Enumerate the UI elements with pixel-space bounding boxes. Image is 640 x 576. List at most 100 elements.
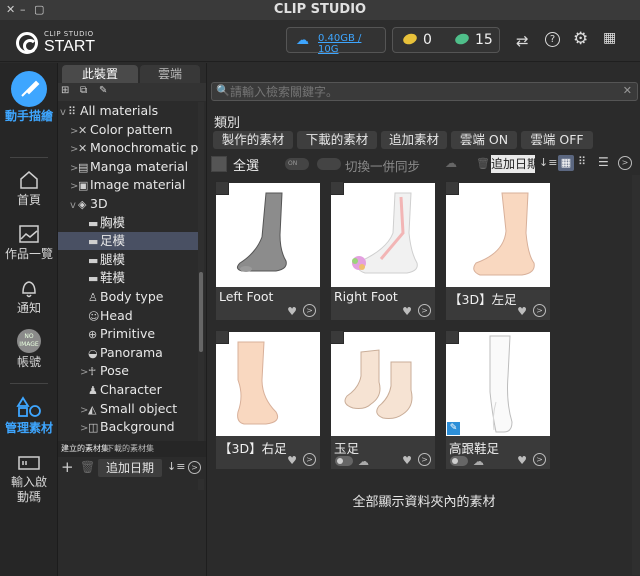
cloud-sync-icon[interactable]: ☁ [445, 156, 457, 170]
nav-account[interactable]: NO IMAGE 帳號 [0, 329, 58, 370]
clear-search-icon[interactable]: ✕ [623, 84, 632, 97]
cloud-toggle[interactable] [450, 456, 468, 466]
delete-set-icon[interactable]: 🗑 [80, 460, 95, 474]
tree-node[interactable]: v ⠿ All materials [60, 102, 158, 120]
sync-toggle-on[interactable]: ON [285, 158, 309, 170]
favorite-icon[interactable]: ♥ [402, 305, 412, 318]
more-options-icon[interactable]: > [303, 304, 316, 317]
tree-node[interactable]: >◫ Background [80, 418, 175, 436]
favorite-icon[interactable]: ♥ [402, 454, 412, 467]
chip-cloud-off[interactable]: 雲端 OFF [521, 131, 593, 149]
help-icon[interactable]: ? [545, 32, 560, 47]
sync-toggle-off[interactable] [317, 158, 341, 170]
favorite-icon[interactable]: ♥ [287, 454, 297, 467]
sort-dropdown[interactable]: 追加日期 [491, 155, 535, 173]
tree-expand-icon[interactable]: v [60, 104, 68, 122]
more-options-icon[interactable]: > [533, 453, 546, 466]
material-checkbox[interactable] [215, 181, 229, 195]
cloud-toggle[interactable] [335, 456, 353, 466]
tree-expand-icon[interactable]: > [80, 402, 88, 420]
tree-node[interactable]: >✕ Color pattern [70, 121, 173, 139]
select-all-checkbox[interactable] [211, 156, 227, 172]
material-checkbox[interactable] [330, 181, 344, 195]
tree-node[interactable]: ⊕ Primitive [80, 325, 155, 343]
material-card[interactable]: Right Foot ♥ > [330, 181, 435, 320]
tree-node[interactable]: >☥ Pose [80, 362, 129, 380]
list-view-icon[interactable]: ☰ [598, 155, 609, 169]
material-checkbox[interactable] [215, 330, 229, 344]
tab-created-sets[interactable]: 建立的素材集 [61, 443, 109, 454]
material-thumbnail[interactable] [331, 183, 435, 287]
points-indicator[interactable]: 0 15 [392, 27, 500, 53]
material-checkbox[interactable] [445, 181, 459, 195]
tab-cloud[interactable]: 雲端 [140, 65, 200, 83]
tree-expand-icon[interactable]: > [70, 141, 78, 159]
tree-expand-icon[interactable]: > [70, 178, 78, 196]
add-set-button[interactable]: + [61, 458, 74, 476]
tree-node[interactable]: ☺Head [80, 307, 133, 325]
cloud-sync-icon[interactable]: ☁ [358, 455, 369, 468]
set-menu-icon[interactable]: > [188, 461, 201, 474]
search-input[interactable] [230, 84, 620, 99]
sort-order-icon[interactable]: ↓≡ [539, 156, 557, 169]
search-bar[interactable]: 🔍 ✕ [211, 82, 638, 101]
nav-home[interactable]: 首頁 [0, 169, 58, 208]
material-checkbox[interactable] [445, 330, 459, 344]
tree-node[interactable]: ▬ 胸模 [80, 214, 125, 232]
more-options-icon[interactable]: > [303, 453, 316, 466]
nav-draw[interactable]: 動手描繪 [0, 71, 58, 124]
tree-expand-icon[interactable]: > [80, 420, 88, 438]
tree-node[interactable]: ◒ Panorama [80, 344, 163, 362]
grid-scrollbar[interactable] [632, 175, 640, 575]
nav-works[interactable]: 作品一覽 [0, 223, 58, 262]
material-thumbnail[interactable] [331, 332, 435, 436]
rename-folder-icon[interactable]: ✎ [99, 85, 107, 96]
tree-scrollbar[interactable] [198, 102, 204, 490]
tree-expand-icon[interactable]: > [70, 123, 78, 141]
more-options-icon[interactable]: > [418, 304, 431, 317]
chip-cloud-on[interactable]: 雲端 ON [451, 131, 517, 149]
material-card[interactable]: Left Foot ♥ > [215, 181, 320, 320]
tree-node[interactable]: >▤ Manga material [70, 158, 188, 176]
tree-expand-icon[interactable]: > [80, 364, 88, 382]
nav-manage-materials[interactable]: 管理素材 [0, 395, 58, 436]
favorite-icon[interactable]: ♥ [517, 454, 527, 467]
tree-node[interactable]: ♙ Body type [80, 288, 163, 306]
material-card[interactable]: 【3D】右足 ♥ > [215, 330, 320, 469]
more-options-icon[interactable]: > [533, 304, 546, 317]
material-thumbnail[interactable] [216, 183, 320, 287]
tree-node[interactable]: ▬ 鞋模 [80, 269, 125, 287]
chip-downloaded[interactable]: 下載的素材 [297, 131, 377, 149]
more-menu-icon[interactable]: > [618, 156, 632, 170]
chip-added[interactable]: 追加素材 [381, 131, 447, 149]
large-thumbnail-view-icon[interactable]: ▦ [558, 155, 574, 171]
tree-node[interactable]: v ◈ 3D [70, 195, 108, 213]
trash-icon[interactable]: 🗑 [476, 157, 490, 170]
set-sort-dropdown[interactable]: 追加日期 [98, 459, 162, 477]
tree-expand-icon[interactable]: > [70, 160, 78, 178]
sync-icon[interactable]: ⇄ [516, 32, 529, 50]
tree-scroll-thumb[interactable] [199, 272, 203, 352]
nav-notifications[interactable]: 通知 [0, 277, 58, 316]
cloud-sync-icon[interactable]: ☁ [473, 455, 484, 468]
material-card[interactable]: 玉足 ☁ ♥ > [330, 330, 435, 469]
tab-this-device[interactable]: 此裝置 [62, 65, 138, 83]
gear-icon[interactable]: ⚙ [573, 29, 588, 49]
material-thumbnail[interactable] [216, 332, 320, 436]
grid-icon[interactable]: ▦ [603, 30, 616, 46]
favorite-icon[interactable]: ♥ [287, 305, 297, 318]
tree-node[interactable]: ▬ 腿模 [80, 251, 125, 269]
more-options-icon[interactable]: > [418, 453, 431, 466]
cloud-storage-indicator[interactable]: ☁ 0.40GB / 10G [286, 27, 386, 55]
tree-node[interactable]: ♟ Character [80, 381, 162, 399]
material-card[interactable]: 【3D】左足 ♥ > [445, 181, 550, 320]
chip-created[interactable]: 製作的素材 [213, 131, 293, 149]
material-checkbox[interactable] [330, 330, 344, 344]
tree-expand-icon[interactable]: v [70, 197, 78, 215]
tree-node[interactable]: >▣ Image material [70, 176, 185, 194]
tree-node[interactable]: >✕ Monochromatic p [70, 139, 198, 157]
tree-node[interactable]: >◭ Small object [80, 400, 177, 418]
material-thumbnail[interactable] [446, 183, 550, 287]
nav-serial[interactable]: 輸入啟動碼 [0, 453, 58, 505]
material-thumbnail[interactable] [446, 332, 550, 436]
